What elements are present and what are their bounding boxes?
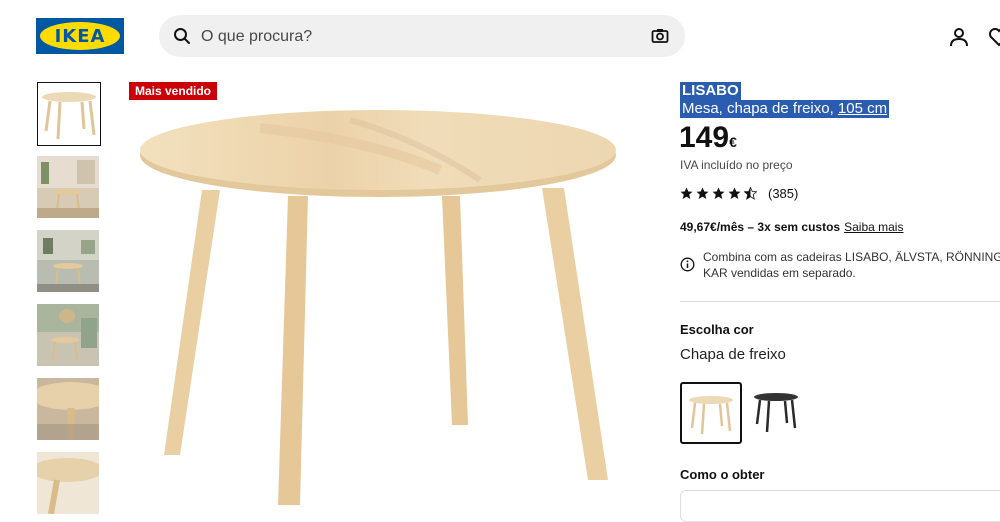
selected-color-name: Chapa de freixo	[680, 346, 786, 363]
star-full-icon	[680, 187, 693, 199]
price-value: 149	[679, 121, 730, 154]
logo-oval: IKEA	[40, 22, 120, 50]
room-scene-image	[37, 230, 99, 292]
star-full-icon	[728, 187, 741, 199]
search-icon	[174, 28, 190, 44]
table-thumbnail-image	[38, 83, 100, 145]
financing-more-link[interactable]: Saiba mais	[844, 220, 903, 234]
review-count[interactable]: (385)	[768, 186, 798, 201]
heart-icon[interactable]	[988, 26, 1000, 48]
star-half-icon	[744, 187, 757, 200]
section-divider	[680, 301, 1000, 302]
product-size-link[interactable]: 105 cm	[838, 100, 887, 117]
thumbnail-1[interactable]	[37, 82, 101, 146]
price-currency: €	[729, 134, 737, 150]
logo-text: IKEA	[54, 25, 106, 47]
product-name[interactable]: LISABO	[680, 82, 741, 100]
star-full-icon	[696, 187, 709, 199]
financing-text: 49,67€/mês – 3x sem custos	[680, 220, 841, 234]
table-detail-image	[37, 378, 99, 440]
choose-color-label: Escolha cor	[680, 322, 754, 337]
search-bar[interactable]	[159, 15, 685, 57]
financing-info: 49,67€/mês – 3x sem custos Saiba mais	[680, 220, 903, 234]
user-icon[interactable]	[948, 26, 970, 48]
thumbnail-2[interactable]	[37, 156, 99, 218]
room-scene-image	[37, 156, 99, 218]
product-description: Mesa, chapa de freixo, 105 cm	[680, 100, 890, 118]
thumbnail-4[interactable]	[37, 304, 99, 366]
star-full-icon	[712, 187, 725, 199]
color-swatch-ash[interactable]	[680, 382, 742, 444]
thumbnail-5[interactable]	[37, 378, 99, 440]
product-main-image[interactable]	[120, 100, 660, 505]
combination-note: Combina com as cadeiras LISABO, ÄLVSTA, …	[703, 250, 1000, 280]
vat-note: IVA incluído no preço	[680, 158, 793, 172]
delivery-options-box[interactable]	[680, 490, 1000, 522]
rating-stars[interactable]: (385)	[680, 186, 798, 201]
black-table-swatch-image	[754, 393, 798, 433]
color-swatch-black[interactable]	[748, 382, 808, 442]
search-input[interactable]	[199, 24, 623, 50]
camera-icon[interactable]	[651, 27, 669, 45]
how-to-get-label: Como o obter	[680, 467, 765, 482]
ash-table-swatch-image	[689, 396, 733, 435]
info-icon	[680, 257, 695, 272]
room-scene-image	[37, 304, 99, 366]
product-price: 149€	[679, 120, 737, 156]
ikea-logo[interactable]: IKEA	[36, 18, 124, 54]
thumbnail-3[interactable]	[37, 230, 99, 292]
product-description-text: Mesa, chapa de freixo,	[682, 100, 838, 117]
bestseller-badge: Mais vendido	[129, 82, 218, 100]
